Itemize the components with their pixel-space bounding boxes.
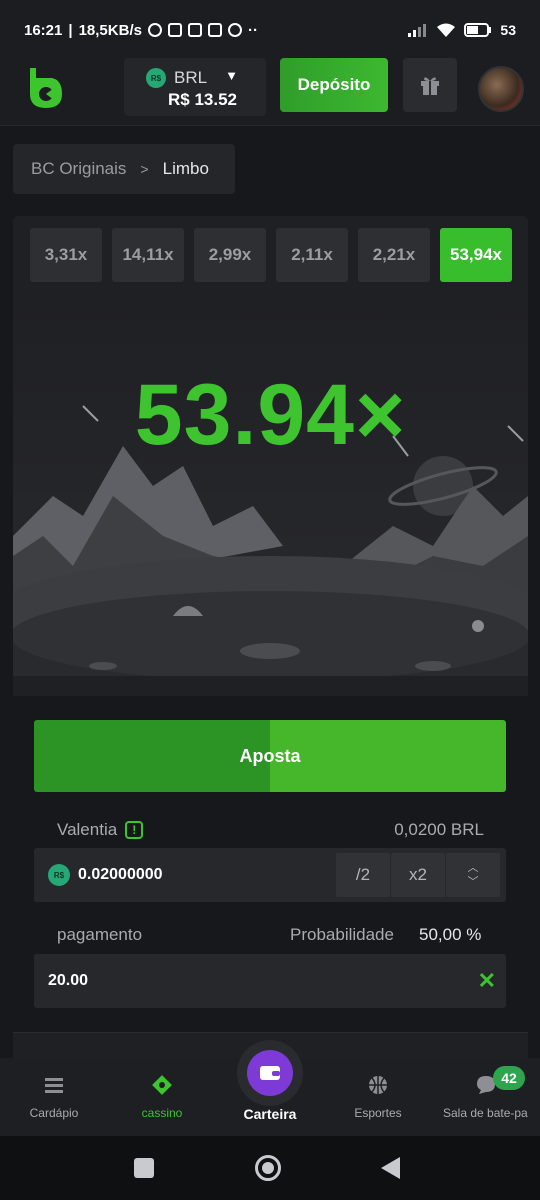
bet-amount-field[interactable]: R$ 0.02000000 /2 x2 ︿ ﹀	[34, 848, 506, 902]
chat-count-badge: 42	[493, 1066, 525, 1090]
payout-label: pagamento	[57, 925, 143, 944]
bottom-navigation: Cardápio cassino Carteira Esportes Sala …	[0, 1040, 540, 1136]
history-item[interactable]: 2,11x	[276, 228, 348, 282]
payout-value[interactable]: 20.00	[48, 972, 88, 990]
back-icon[interactable]	[381, 1157, 400, 1179]
double-button[interactable]: x2	[391, 853, 445, 897]
history-item[interactable]: 14,11x	[112, 228, 184, 282]
currency-code: BRL	[174, 68, 208, 87]
multiplier-history: 3,31x 14,11x 2,99x 2,11x 2,21x 53,94x	[30, 228, 512, 282]
amount-label: Valentia	[57, 820, 118, 839]
probability-label: Probabilidade	[290, 925, 394, 944]
breadcrumb-limbo: Limbo	[162, 159, 209, 178]
payout-field[interactable]: 20.00 ✕	[34, 954, 506, 1008]
amount-stepper[interactable]: ︿ ﹀	[446, 853, 500, 897]
nav-chat-label: Sala de bate-pa	[443, 1106, 528, 1120]
history-item[interactable]: 2,21x	[358, 228, 430, 282]
wallet-selector[interactable]: R$ BRL ▼ R$ 13.52	[124, 58, 266, 116]
status-time: 16:21	[24, 21, 63, 39]
amount-brl: 0,0200 BRL	[394, 820, 484, 839]
probability-value: 50,00 %	[419, 925, 482, 944]
home-icon[interactable]	[255, 1155, 281, 1181]
bet-amount-value[interactable]: 0.02000000	[78, 866, 163, 884]
chevron-right-icon: >	[140, 161, 149, 177]
menu-icon	[45, 1078, 63, 1093]
gift-icon	[421, 77, 439, 95]
bc-logo-icon[interactable]	[26, 66, 64, 110]
limbo-game-area: 3,31x 14,11x 2,99x 2,11x 2,21x 53,94x 53…	[13, 216, 528, 696]
system-navigation-bar	[0, 1136, 540, 1200]
nav-chat[interactable]: Sala de bate-pa	[440, 1058, 540, 1136]
breadcrumb: BC Originais > Limbo	[13, 144, 235, 194]
brl-coin-icon: R$	[48, 864, 70, 886]
recent-apps-icon[interactable]	[134, 1158, 154, 1178]
nav-wallet-button[interactable]	[237, 1040, 303, 1106]
wifi-icon	[437, 23, 456, 37]
bet-button[interactable]: Aposta	[34, 720, 506, 792]
history-item[interactable]: 3,31x	[30, 228, 102, 282]
half-button[interactable]: /2	[336, 853, 390, 897]
headphones-icon	[167, 23, 182, 37]
casino-icon	[152, 1075, 172, 1095]
nav-sports-label: Esportes	[354, 1106, 402, 1120]
balance-value: R$ 13.52	[168, 90, 237, 109]
nav-menu[interactable]: Cardápio	[4, 1058, 104, 1136]
status-network-speed: 18,5KB/s	[78, 21, 142, 39]
nav-sports[interactable]: Esportes	[328, 1058, 428, 1136]
wallet-icon	[260, 1066, 280, 1080]
info-icon[interactable]: !	[125, 821, 144, 839]
instagram-icon	[207, 23, 222, 37]
brl-coin-icon: R$	[146, 68, 166, 88]
chevron-down-icon: ▼	[225, 68, 238, 83]
deposit-button[interactable]: Depósito	[280, 58, 388, 112]
nav-casino[interactable]: cassino	[112, 1058, 212, 1136]
chevron-down-icon[interactable]: ﹀	[468, 875, 479, 889]
notification-icon	[147, 23, 162, 37]
nav-wallet-label: Carteira	[243, 1106, 297, 1122]
nav-casino-label: cassino	[141, 1106, 183, 1120]
basketball-icon	[369, 1076, 387, 1094]
moon-landscape-illustration	[13, 296, 528, 696]
user-avatar[interactable]	[478, 66, 524, 112]
signal-icon	[408, 24, 427, 37]
history-item-latest[interactable]: 53,94x	[440, 228, 512, 282]
messenger-icon	[227, 23, 242, 37]
history-item[interactable]: 2,99x	[194, 228, 266, 282]
amount-label-row: Valentia !	[57, 820, 144, 840]
gift-button[interactable]	[403, 58, 457, 112]
status-bar: 16:21 | 18,5KB/s ·· 53	[0, 0, 540, 60]
battery-percent: 53	[500, 22, 516, 38]
app-icon	[187, 23, 202, 37]
app-header: R$ BRL ▼ R$ 13.52 Depósito	[0, 54, 540, 126]
chevron-up-icon[interactable]: ︿	[468, 861, 479, 875]
result-multiplier: 53.94×	[134, 367, 407, 463]
close-icon[interactable]: ✕	[478, 968, 496, 994]
more-dots-icon: ··	[247, 21, 258, 39]
nav-menu-label: Cardápio	[29, 1106, 79, 1120]
breadcrumb-bc-originals[interactable]: BC Originais	[31, 159, 126, 179]
battery-icon	[464, 23, 492, 37]
